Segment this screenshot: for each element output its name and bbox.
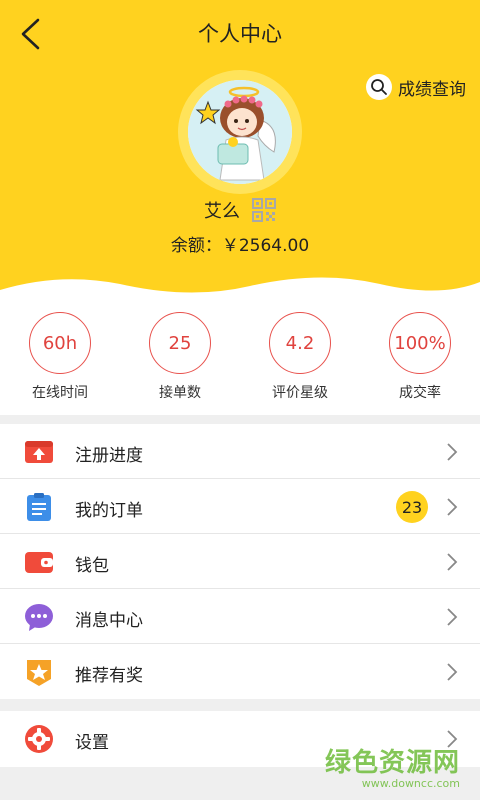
star-badge-icon <box>27 660 51 686</box>
stat-value: 100% <box>389 312 451 374</box>
avatar[interactable] <box>188 80 292 184</box>
search-icon <box>366 74 392 100</box>
stat-value: 4.2 <box>269 312 331 374</box>
score-query-button[interactable]: 成绩查询 <box>366 74 466 100</box>
user-name: 艾么 <box>204 201 240 222</box>
balance-text: 余额：￥2564.00 <box>170 236 310 256</box>
stat-value: 25 <box>149 312 211 374</box>
personal-center-screen: 个人中心 成绩查询 艾么 余额：￥2564.00 60h 在线时间 25 接单数… <box>0 0 480 800</box>
stat-rating[interactable]: 4.2 评价星级 <box>240 300 360 415</box>
menu-item-my-orders[interactable]: 我的订单 23 <box>0 479 480 534</box>
menu-item-label: 消息中心 <box>75 611 143 631</box>
menu-item-label: 我的订单 <box>75 501 143 521</box>
chevron-right-icon <box>447 608 458 626</box>
watermark-text: 绿色资源网 <box>324 748 460 778</box>
profile-header: 个人中心 成绩查询 艾么 余额：￥2564.00 <box>0 0 480 300</box>
score-query-label: 成绩查询 <box>398 79 466 100</box>
stat-label: 在线时间 <box>32 385 88 401</box>
menu-item-label: 设置 <box>75 733 109 753</box>
menu-item-wallet[interactable]: 钱包 <box>0 534 480 589</box>
menu-item-registration-progress[interactable]: 注册进度 <box>0 424 480 479</box>
chevron-right-icon <box>447 553 458 571</box>
menu-item-label: 推荐有奖 <box>75 666 143 686</box>
avatar-ring[interactable] <box>178 70 302 194</box>
stat-label: 成交率 <box>399 385 441 401</box>
stat-label: 接单数 <box>159 385 201 401</box>
stat-order-count[interactable]: 25 接单数 <box>120 300 240 415</box>
stat-value: 60h <box>29 312 91 374</box>
wallet-icon <box>25 552 53 573</box>
qr-code-icon[interactable] <box>252 198 276 222</box>
stat-online-time[interactable]: 60h 在线时间 <box>0 300 120 415</box>
stat-deal-rate[interactable]: 100% 成交率 <box>360 300 480 415</box>
menu-item-label: 注册进度 <box>75 446 143 466</box>
chat-bubble-icon <box>25 604 53 631</box>
watermark-url: www.downcc.com <box>361 777 460 790</box>
chevron-right-icon <box>447 443 458 461</box>
name-row: 艾么 <box>0 197 480 223</box>
avatar-illustration <box>188 80 292 184</box>
stat-label: 评价星级 <box>272 385 328 401</box>
stats-panel: 60h 在线时间 25 接单数 4.2 评价星级 100% 成交率 <box>0 300 480 415</box>
menu-item-label: 钱包 <box>75 556 109 576</box>
menu-list: 注册进度 我的订单 23 钱包 消息中心 推荐有奖 <box>0 424 480 699</box>
chevron-right-icon <box>447 663 458 681</box>
page-title: 个人中心 <box>198 22 282 46</box>
upload-box-icon <box>25 441 53 463</box>
site-watermark: 绿色资源网 www.downcc.com <box>325 742 460 790</box>
menu-item-message-center[interactable]: 消息中心 <box>0 589 480 644</box>
menu-item-referral-reward[interactable]: 推荐有奖 <box>0 644 480 699</box>
clipboard-icon <box>27 493 51 521</box>
order-count-badge: 23 <box>396 491 428 523</box>
gear-icon <box>25 725 53 753</box>
chevron-right-icon <box>447 498 458 516</box>
